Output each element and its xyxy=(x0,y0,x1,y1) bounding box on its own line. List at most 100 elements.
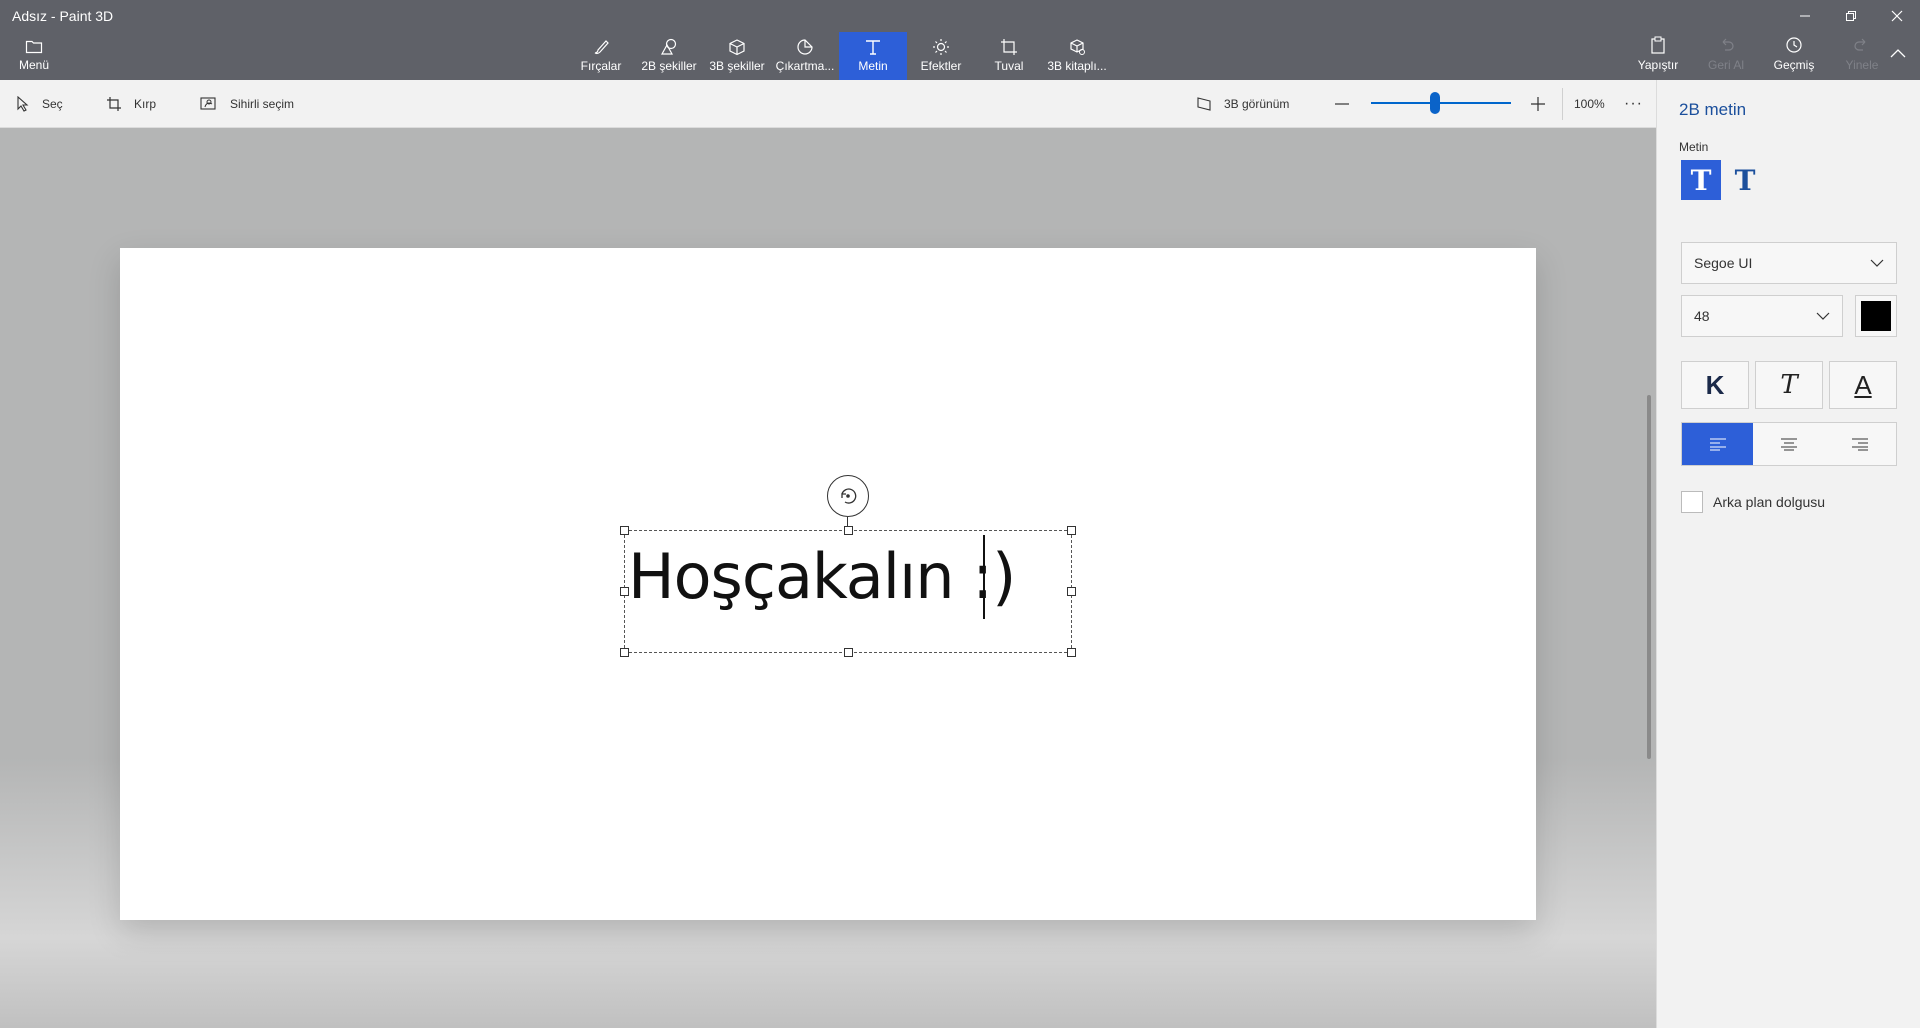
text-type-2d-icon: T xyxy=(1690,163,1712,197)
plus-icon xyxy=(1531,97,1545,111)
text-color-button[interactable] xyxy=(1855,295,1897,337)
collapse-ribbon-icon[interactable] xyxy=(1890,48,1906,58)
align-left-button[interactable] xyxy=(1682,423,1754,465)
zoom-in-button[interactable] xyxy=(1530,80,1558,128)
tool-label: Fırçalar xyxy=(580,59,622,73)
format-buttons: K T A xyxy=(1681,361,1897,409)
tool-label: 3B kitaplı... xyxy=(1047,59,1107,73)
select-label: Seç xyxy=(42,97,63,111)
crop-button[interactable]: Kırp xyxy=(106,80,156,128)
tool-3d-shapes[interactable]: 3B şekiller xyxy=(703,32,771,80)
menu-button[interactable]: Menü xyxy=(14,38,54,76)
tool-3d-library[interactable]: 3B kitaplı... xyxy=(1043,32,1111,80)
paste-label: Yapıştır xyxy=(1637,58,1679,72)
align-center-button[interactable] xyxy=(1753,423,1825,465)
minus-icon xyxy=(1335,103,1349,105)
canvas-icon xyxy=(1001,39,1017,55)
resize-handle[interactable] xyxy=(620,648,629,657)
tool-stickers[interactable]: Çıkartma... xyxy=(771,32,839,80)
restore-icon xyxy=(1846,11,1856,21)
align-right-button[interactable] xyxy=(1824,423,1896,465)
font-family-dropdown[interactable]: Segoe UI xyxy=(1681,242,1897,284)
3d-view-icon xyxy=(1197,97,1211,111)
resize-handle[interactable] xyxy=(620,526,629,535)
align-left-icon xyxy=(1709,438,1726,451)
tool-label: Tuval xyxy=(994,59,1024,73)
tool-label: Çıkartma... xyxy=(775,59,835,73)
zoom-level[interactable]: 100% xyxy=(1574,80,1605,128)
align-center-icon xyxy=(1780,438,1797,451)
restore-button[interactable] xyxy=(1828,0,1874,32)
more-options-button[interactable]: ··· xyxy=(1624,80,1643,128)
history-icon xyxy=(1786,37,1802,53)
2d-text-button[interactable]: T xyxy=(1681,160,1721,200)
canvas-text[interactable]: Hoşçakalın :) xyxy=(628,540,1016,613)
bold-button[interactable]: K xyxy=(1681,361,1749,409)
chevron-down-icon xyxy=(1816,312,1830,320)
close-icon xyxy=(1891,10,1903,22)
magic-select-button[interactable]: Sihirli seçim xyxy=(200,80,294,128)
minimize-button[interactable] xyxy=(1782,0,1828,32)
minimize-icon xyxy=(1800,15,1810,17)
background-fill-checkbox[interactable] xyxy=(1681,491,1703,513)
chevron-down-icon xyxy=(1870,259,1884,267)
secondary-toolbar: Seç Kırp Sihirli seçim 3B görünüm 100% ·… xyxy=(0,80,1656,128)
italic-button[interactable]: T xyxy=(1755,361,1823,409)
magic-select-label: Sihirli seçim xyxy=(230,97,295,111)
redo-icon xyxy=(1854,38,1866,51)
text-caret xyxy=(983,535,985,619)
ribbon-tools: Fırçalar 2B şekiller 3B şekiller Çıkartm… xyxy=(567,32,1111,80)
resize-handle[interactable] xyxy=(1067,526,1076,535)
window-title: Adsız - Paint 3D xyxy=(12,8,114,24)
alignment-buttons xyxy=(1681,422,1897,466)
toolbar-divider xyxy=(1562,88,1563,120)
effects-icon xyxy=(933,39,949,55)
close-button[interactable] xyxy=(1874,0,1920,32)
zoom-out-button[interactable] xyxy=(1334,80,1362,128)
folder-icon xyxy=(25,40,43,54)
redo-label: Yinele xyxy=(1845,58,1879,72)
3d-shapes-icon xyxy=(729,39,745,56)
resize-handle[interactable] xyxy=(844,526,853,535)
3d-library-icon xyxy=(1070,39,1085,55)
paste-button[interactable]: Yapıştır xyxy=(1624,36,1692,80)
undo-button[interactable]: Geri Al xyxy=(1692,36,1760,80)
text-properties-panel: 2B metin Metin T T Segoe UI 48 K T A Ark… xyxy=(1656,80,1920,1028)
tool-effects[interactable]: Efektler xyxy=(907,32,975,80)
tool-canvas[interactable]: Tuval xyxy=(975,32,1043,80)
3d-view-button[interactable]: 3B görünüm xyxy=(1196,80,1289,128)
tool-brushes[interactable]: Fırçalar xyxy=(567,32,635,80)
zoom-slider-thumb[interactable] xyxy=(1430,92,1441,114)
2d-shapes-icon xyxy=(660,38,677,55)
zoom-slider-track[interactable] xyxy=(1371,102,1511,104)
vertical-scrollbar[interactable] xyxy=(1647,395,1651,759)
rotate-handle[interactable] xyxy=(827,475,869,517)
magic-select-icon xyxy=(200,97,216,110)
background-fill-label: Arka plan dolgusu xyxy=(1713,494,1826,510)
tool-label: 2B şekiller xyxy=(641,59,697,73)
tool-2d-shapes[interactable]: 2B şekiller xyxy=(635,32,703,80)
text-type-3d-icon: T xyxy=(1734,163,1756,197)
brush-icon xyxy=(594,40,609,55)
title-ribbon-bar: Adsız - Paint 3D Menü Fırçalar 2B şekill… xyxy=(0,0,1920,80)
undo-icon xyxy=(1722,38,1734,51)
crop-icon xyxy=(107,97,121,111)
tool-text[interactable]: Metin xyxy=(839,32,907,80)
font-size-dropdown[interactable]: 48 xyxy=(1681,295,1843,337)
history-button[interactable]: Geçmiş xyxy=(1760,36,1828,80)
crop-label: Kırp xyxy=(134,97,157,111)
resize-handle[interactable] xyxy=(844,648,853,657)
resize-handle[interactable] xyxy=(1067,587,1076,596)
underline-button[interactable]: A xyxy=(1829,361,1897,409)
3d-text-button[interactable]: T xyxy=(1725,160,1765,200)
resize-handle[interactable] xyxy=(1067,648,1076,657)
panel-title: 2B metin xyxy=(1679,100,1747,119)
background-fill-option[interactable]: Arka plan dolgusu xyxy=(1681,491,1825,513)
color-swatch xyxy=(1861,301,1891,331)
select-button[interactable]: Seç xyxy=(16,80,63,128)
font-family-value: Segoe UI xyxy=(1694,255,1753,271)
menu-label: Menü xyxy=(18,58,50,72)
ribbon-right-tools: Yapıştır Geri Al Geçmiş Yinele xyxy=(1624,36,1896,80)
redo-button[interactable]: Yinele xyxy=(1828,36,1896,80)
3d-view-label: 3B görünüm xyxy=(1224,97,1290,111)
